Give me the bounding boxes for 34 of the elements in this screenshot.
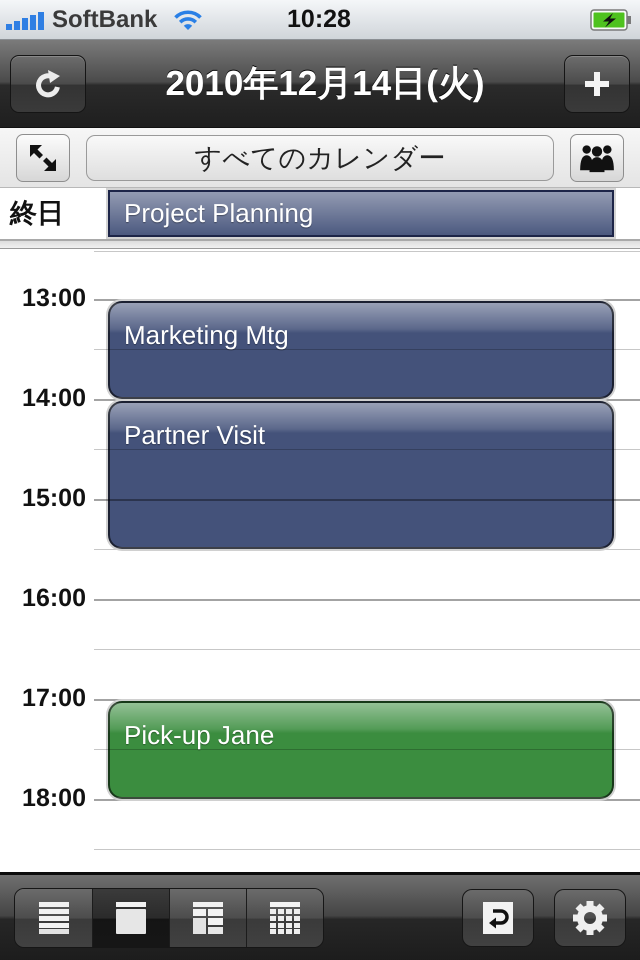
event-block[interactable]: Marketing Mtg	[108, 301, 614, 399]
day-view-icon	[116, 902, 146, 934]
settings-button[interactable]	[554, 888, 626, 946]
all-day-event[interactable]: Project Planning	[108, 190, 614, 237]
month-grid-icon	[270, 902, 300, 934]
wifi-icon	[173, 8, 204, 30]
date-title: 2010年12月14日(火)	[164, 63, 486, 105]
view-tab[interactable]	[15, 888, 92, 946]
split-view-icon	[193, 902, 223, 934]
people-icon	[579, 142, 615, 172]
hour-label: 16:00	[22, 583, 86, 613]
status-time: 10:28	[287, 5, 351, 34]
hour-label: 17:00	[22, 683, 86, 713]
return-button[interactable]	[462, 888, 534, 946]
view-tab[interactable]	[92, 888, 169, 946]
view-tab[interactable]	[169, 888, 246, 946]
expand-button[interactable]	[16, 134, 70, 182]
event-block[interactable]: Pick-up Jane	[108, 701, 614, 799]
carrier-name: SoftBank	[52, 6, 158, 34]
hour-label: 14:00	[22, 383, 86, 413]
calendar-selector[interactable]: すべてのカレンダー	[86, 134, 554, 180]
add-button[interactable]	[564, 54, 630, 112]
view-tab[interactable]	[246, 888, 323, 946]
hour-label: 18:00	[22, 783, 86, 813]
all-day-label: 終日	[8, 197, 65, 230]
settings-icon	[572, 900, 608, 936]
people-button[interactable]	[570, 134, 624, 182]
signal-strength-icon	[6, 10, 44, 30]
hour-label: 13:00	[22, 283, 86, 313]
refresh-button[interactable]	[10, 54, 86, 112]
hour-label: 15:00	[22, 483, 86, 513]
list-view-icon	[38, 902, 68, 934]
expand-icon	[28, 142, 58, 172]
event-block[interactable]: Partner Visit	[108, 401, 614, 549]
